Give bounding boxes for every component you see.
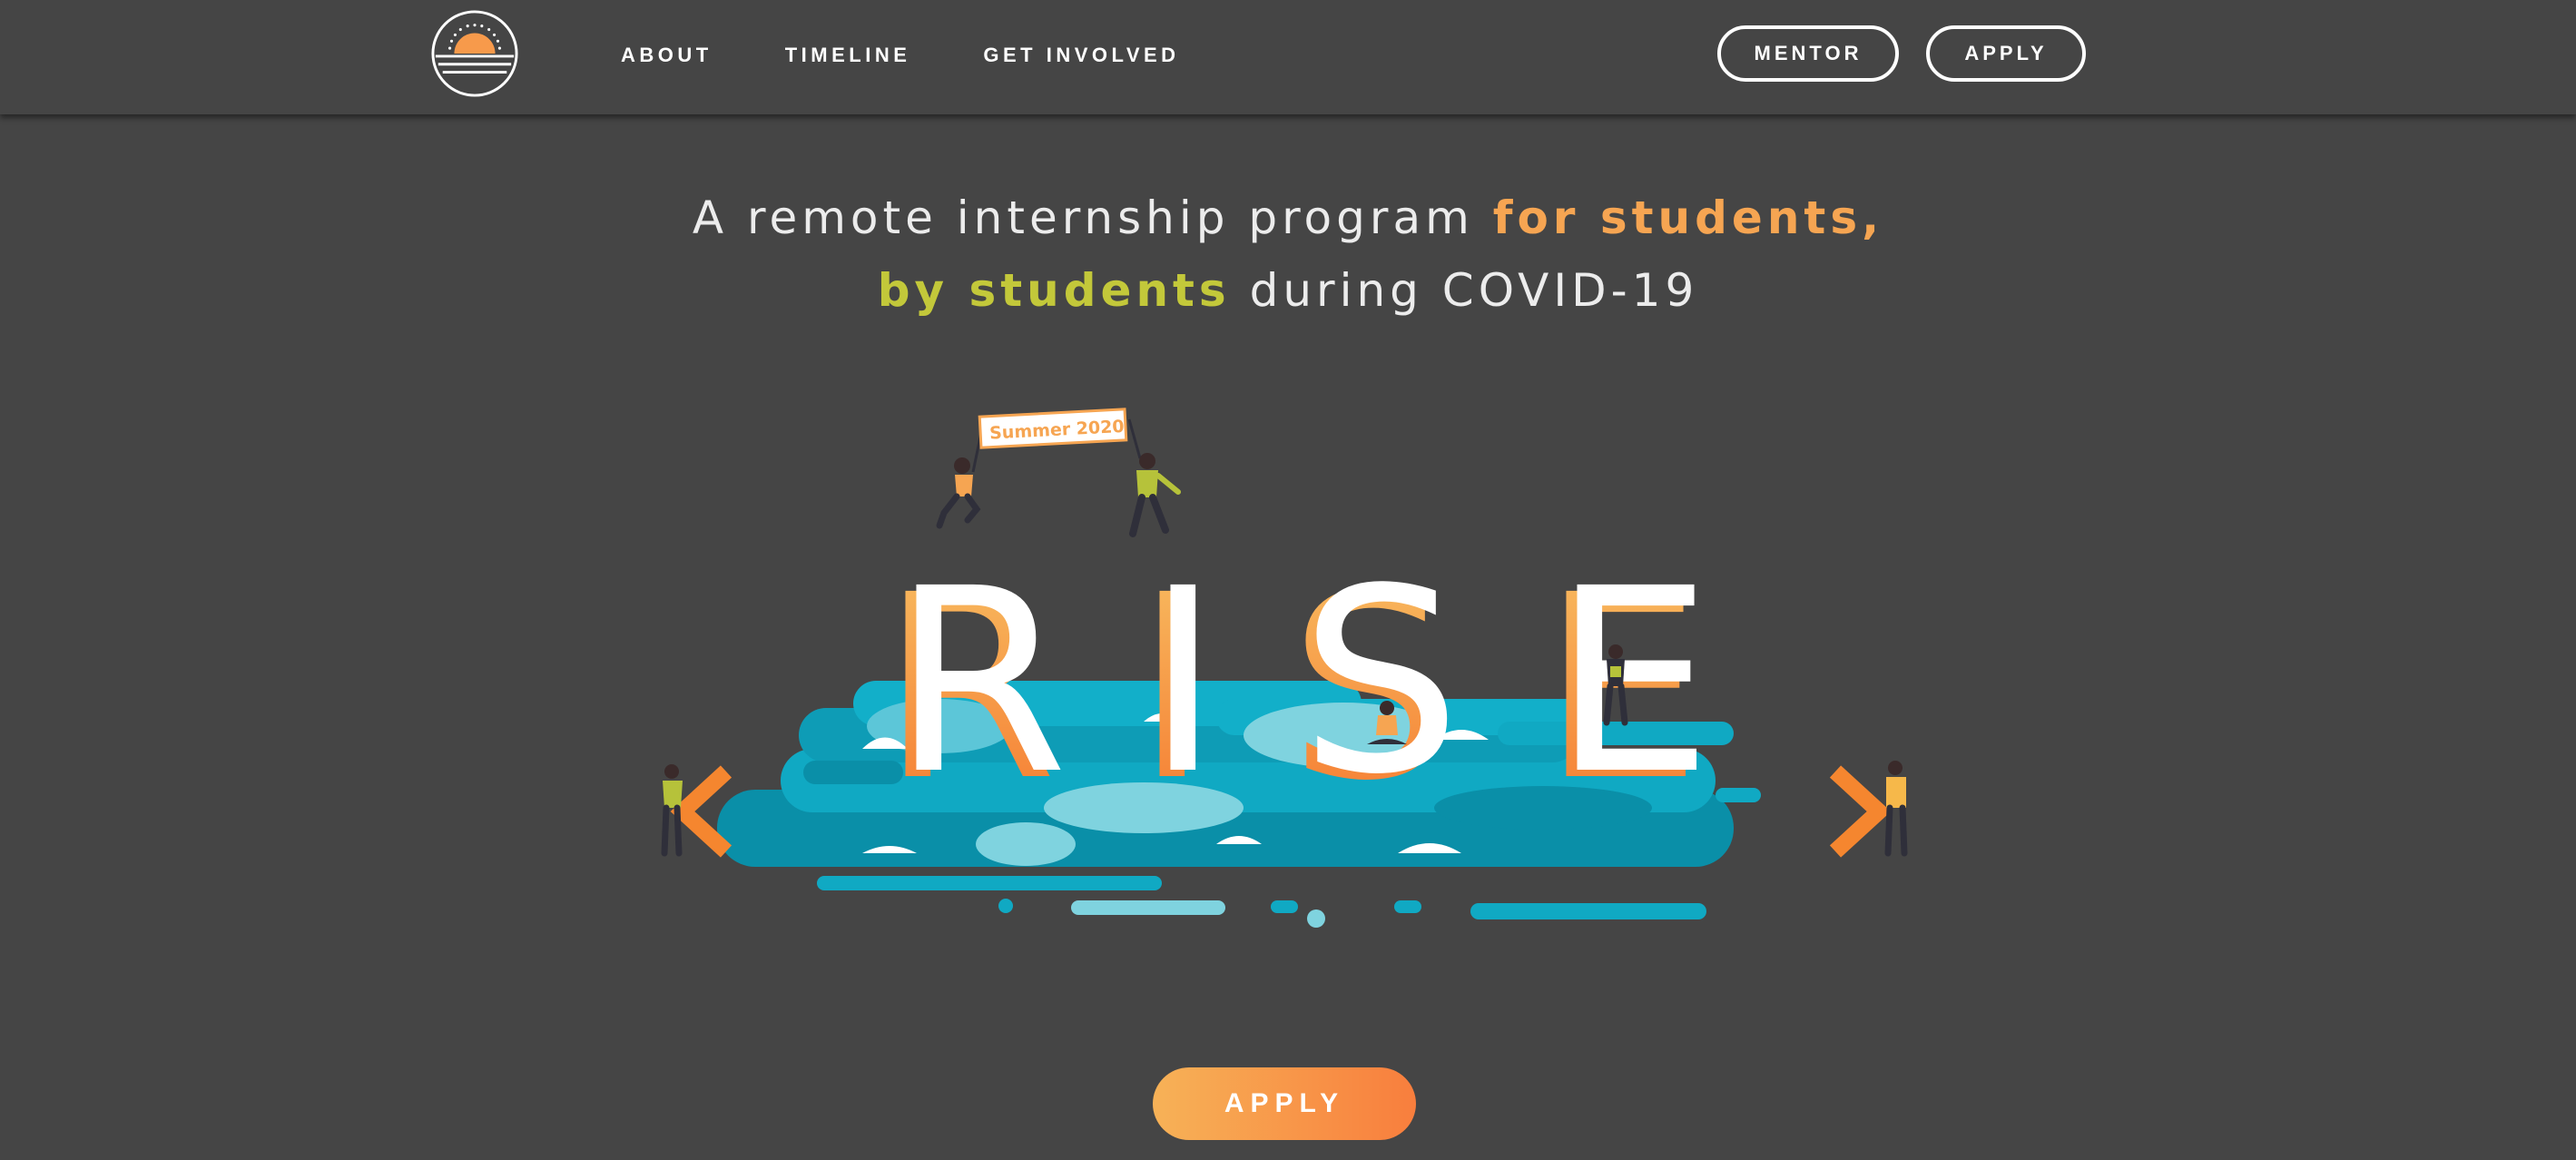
carousel-next[interactable]: [1829, 761, 1908, 858]
nav-timeline[interactable]: TIMELINE: [785, 44, 911, 67]
headline-line-1: A remote internship program for students…: [0, 182, 2576, 254]
hero-headline: A remote internship program for students…: [0, 182, 2576, 327]
rise-illustration: R R I I S S E E Summer 2020: [661, 408, 1908, 928]
sunrise-logo-icon[interactable]: [430, 9, 519, 98]
headline-text-1: A remote internship program: [692, 192, 1493, 244]
headline-highlight-for-students: for students,: [1492, 192, 1884, 244]
summer-banner-people: Summer 2020: [936, 408, 1181, 537]
rise-letter-s: S: [1300, 535, 1461, 831]
mentor-button[interactable]: MENTOR: [1717, 25, 1899, 82]
nav-about[interactable]: ABOUT: [621, 44, 713, 67]
site-header: ABOUT TIMELINE GET INVOLVED MENTOR APPLY: [0, 0, 2576, 114]
main-nav: ABOUT TIMELINE GET INVOLVED: [621, 0, 1253, 111]
rise-letter-i: I: [1145, 535, 1221, 831]
headline-line-2: by students during COVID-19: [0, 254, 2576, 327]
nav-get-involved[interactable]: GET INVOLVED: [983, 44, 1179, 67]
rise-letter-e: E: [1552, 535, 1713, 831]
carousel-prev[interactable]: [661, 764, 732, 858]
headline-text-2: during COVID-19: [1230, 264, 1699, 317]
apply-button[interactable]: APPLY: [1153, 1067, 1416, 1140]
rise-title: R R I I S S E E: [880, 535, 1713, 837]
rise-letter-r: R: [891, 535, 1068, 831]
headline-highlight-by-students: by students: [877, 264, 1231, 317]
header-apply-button[interactable]: APPLY: [1926, 25, 2086, 82]
